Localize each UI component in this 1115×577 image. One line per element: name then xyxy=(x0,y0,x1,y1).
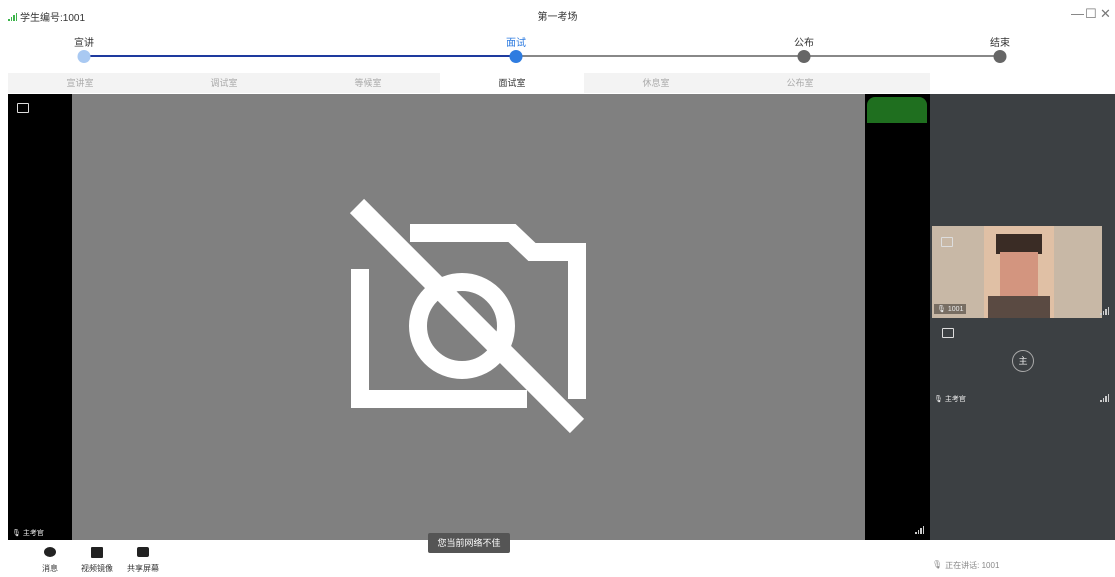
mirror-button[interactable]: 视频镜像 xyxy=(77,545,117,574)
speaking-status-text: 正在讲话: 1001 xyxy=(945,561,1000,570)
main-signal-icon xyxy=(915,526,924,534)
window-title: 第一考场 xyxy=(537,12,578,23)
share-screen-button[interactable]: 共享屏幕 xyxy=(123,545,163,574)
mic-icon: 🎙 xyxy=(932,560,943,569)
stage-label-briefing: 宣讲 xyxy=(74,38,94,49)
examiner-avatar: 主 xyxy=(1012,350,1034,372)
mini-video-strip xyxy=(867,97,927,123)
close-button[interactable]: ✕ xyxy=(1100,6,1111,22)
speaking-status: 🎙 正在讲话: 1001 xyxy=(932,560,999,571)
participant-name-examiner: 主考官 xyxy=(944,396,966,403)
tile-screen-icon-examiner[interactable] xyxy=(942,328,954,338)
stage-dot-interview xyxy=(509,50,523,63)
main-speaker-name: 主考官 xyxy=(22,530,44,537)
tab-interview-room[interactable]: 面试室 xyxy=(440,73,584,93)
maximize-button[interactable]: ☐ xyxy=(1085,6,1097,22)
tab-briefing-room[interactable]: 宣讲室 xyxy=(8,73,152,93)
participant-video xyxy=(984,226,1054,318)
participant-label-1001: 🎙 1001 xyxy=(934,304,967,314)
mic-icon: 🎙 xyxy=(934,396,943,403)
tab-rest-room[interactable]: 休息室 xyxy=(584,73,728,93)
stage-dot-briefing xyxy=(77,50,91,63)
participant-name-1001: 1001 xyxy=(947,305,964,313)
share-screen-icon xyxy=(137,547,149,557)
mirror-icon xyxy=(91,546,103,558)
network-warning-toast: 您当前网络不佳 xyxy=(428,533,510,553)
chat-bubble-icon xyxy=(44,547,56,557)
message-button[interactable]: 消息 xyxy=(30,545,70,574)
main-speaker-label: 🎙 主考官 xyxy=(12,528,44,538)
mic-icon: 🎙 xyxy=(937,306,946,313)
stage-label-announce: 公布 xyxy=(794,38,814,49)
tab-debug-room[interactable]: 调试室 xyxy=(152,73,296,93)
signal-icon-1001 xyxy=(1100,307,1109,315)
camera-off-icon xyxy=(349,198,586,434)
signal-icon-examiner xyxy=(1100,394,1109,402)
progress-line-done xyxy=(84,55,516,57)
stage-dot-end xyxy=(993,50,1007,63)
tile-screen-icon-1001[interactable] xyxy=(941,237,953,247)
screen-toggle-icon[interactable] xyxy=(17,103,29,113)
stage-label-interview: 面试 xyxy=(506,38,526,49)
participant-label-examiner: 🎙 主考官 xyxy=(934,394,966,404)
tab-waiting-room[interactable]: 等候室 xyxy=(296,73,440,93)
mic-icon: 🎙 xyxy=(12,530,21,537)
message-label: 消息 xyxy=(42,564,58,573)
minimize-button[interactable]: — xyxy=(1071,6,1084,21)
share-label: 共享屏幕 xyxy=(127,564,159,573)
main-video-placeholder xyxy=(72,94,865,540)
mirror-label: 视频镜像 xyxy=(81,564,113,573)
stage-label-end: 结束 xyxy=(990,38,1010,49)
stage-dot-announce xyxy=(797,50,811,63)
progress-line-pending xyxy=(516,55,1000,57)
tab-announce-room[interactable]: 公布室 xyxy=(728,73,872,93)
room-tabs: 宣讲室 调试室 等候室 面试室 休息室 公布室 xyxy=(8,73,930,93)
